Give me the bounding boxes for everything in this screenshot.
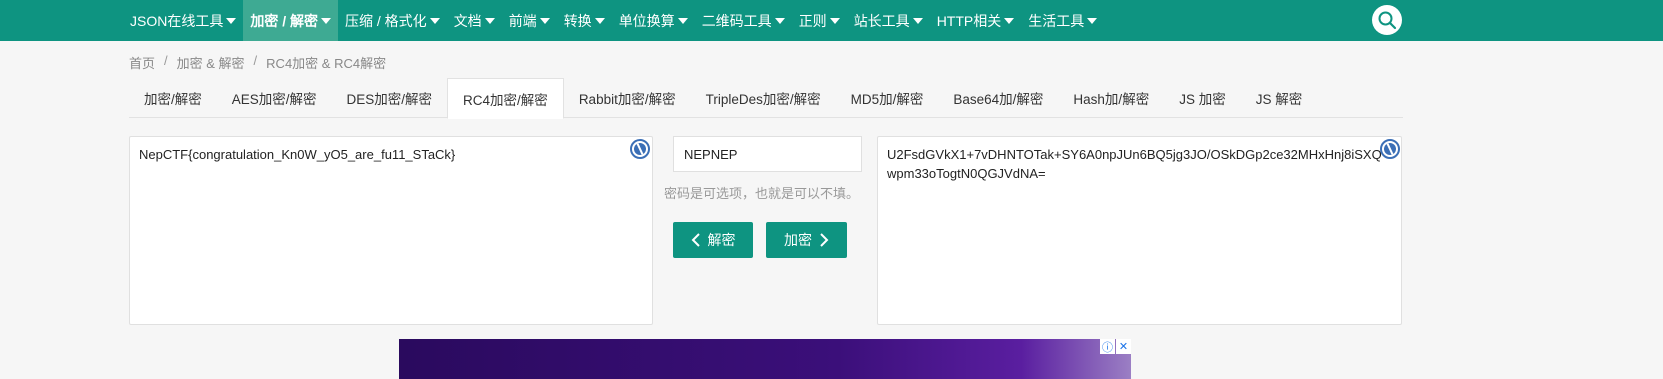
top-navbar: JSON在线工具 加密 / 解密 压缩 / 格式化 文档 前端 转换 单位换算 二维码工具 正则…	[0, 0, 1663, 41]
tab-label: Base64加/解密	[953, 92, 1044, 107]
chevron-left-icon	[691, 233, 700, 247]
decrypt-button[interactable]: 解密	[673, 222, 753, 258]
password-hint: 密码是可选项，也就是可以不填。	[664, 186, 860, 201]
caret-down-icon	[594, 17, 605, 24]
caret-down-icon	[429, 17, 440, 24]
ad-banner[interactable]: ⓘ ✕	[399, 339, 1131, 379]
encrypt-button[interactable]: 加密	[766, 222, 847, 258]
nav-item-label: 二维码工具	[701, 12, 772, 29]
tab[interactable]: DES加密/解密	[332, 78, 448, 118]
caret-down-icon	[774, 17, 785, 24]
nav-menu: JSON在线工具 加密 / 解密 压缩 / 格式化 文档 前端 转换 单位换算 二维码工具 正则…	[123, 0, 1104, 41]
caret-down-icon	[1087, 17, 1098, 24]
nav-item-label: HTTP相关	[936, 12, 1002, 29]
nav-item-label: 站长工具	[853, 12, 910, 29]
breadcrumb-home[interactable]: 首页	[129, 53, 155, 72]
encrypt-button-label: 加密	[784, 232, 812, 248]
nav-item[interactable]: 二维码工具	[695, 0, 792, 41]
nav-item[interactable]: 生活工具	[1021, 0, 1104, 41]
nav-item-label: 正则	[798, 12, 827, 29]
caret-down-icon	[677, 17, 688, 24]
plaintext-textarea[interactable]: NepCTF{congratulation_Kn0W_yO5_are_fu11_…	[129, 136, 653, 325]
nav-item[interactable]: 文档	[447, 0, 502, 41]
caret-down-icon	[484, 17, 495, 24]
decrypt-button-label: 解密	[707, 232, 736, 248]
caret-down-icon	[321, 17, 332, 24]
caret-down-icon	[1004, 17, 1015, 24]
tab[interactable]: RC4加密/解密	[447, 78, 564, 119]
breadcrumb-encrypt-decrypt[interactable]: 加密 & 解密	[177, 53, 245, 72]
breadcrumb-current: RC4加密 & RC4解密	[266, 56, 387, 71]
tab-label: 加密/解密	[144, 92, 202, 107]
tab[interactable]: TripleDes加密/解密	[691, 78, 836, 118]
ad-controls: ⓘ ✕	[1100, 339, 1131, 354]
nav-item-label: JSON在线工具	[130, 12, 224, 29]
nav-item[interactable]: 单位换算	[612, 0, 695, 41]
plaintext-value: NepCTF{congratulation_Kn0W_yO5_are_fu11_…	[139, 147, 456, 162]
breadcrumb-separator: /	[253, 53, 258, 68]
nav-item-label: 单位换算	[618, 12, 675, 29]
nav-item[interactable]: 正则	[792, 0, 847, 41]
search-button[interactable]	[1372, 5, 1402, 35]
caret-down-icon	[829, 17, 840, 24]
tab-label: Rabbit加密/解密	[578, 92, 676, 107]
ciphertext-textarea[interactable]: U2FsdGVkX1+7vDHNTOTak+SY6A0npJUn6BQ5jg3J…	[877, 136, 1402, 325]
tab-label: JS 加密	[1179, 92, 1226, 107]
search-icon	[1378, 11, 1397, 30]
nav-item-label: 文档	[453, 12, 482, 29]
nav-item[interactable]: 加密 / 解密	[243, 0, 339, 41]
tab-label: AES加密/解密	[231, 92, 317, 107]
ad-close-icon[interactable]: ✕	[1116, 339, 1131, 354]
caret-down-icon	[539, 17, 550, 24]
tab-label: Hash加/解密	[1073, 92, 1150, 107]
nav-item-label: 加密 / 解密	[250, 12, 319, 29]
password-input[interactable]	[673, 136, 862, 172]
nav-item[interactable]: 前端	[502, 0, 557, 41]
tab-label: RC4加密/解密	[463, 92, 548, 108]
tab-label: MD5加/解密	[850, 92, 924, 107]
nav-item[interactable]: 压缩 / 格式化	[338, 0, 447, 41]
tab-label: TripleDes加密/解密	[705, 92, 821, 107]
chevron-right-icon	[820, 233, 829, 247]
ciphertext-value: U2FsdGVkX1+7vDHNTOTak+SY6A0npJUn6BQ5jg3J…	[887, 147, 1382, 181]
tab[interactable]: JS 解密	[1241, 78, 1318, 118]
tab[interactable]: Hash加/解密	[1058, 78, 1164, 118]
nav-item-label: 压缩 / 格式化	[345, 12, 427, 29]
extension-badge-icon[interactable]	[1380, 139, 1400, 159]
tab[interactable]: Base64加/解密	[938, 78, 1058, 118]
nav-item[interactable]: JSON在线工具	[123, 0, 243, 41]
breadcrumb-separator: /	[164, 53, 168, 68]
tab[interactable]: MD5加/解密	[836, 78, 939, 118]
tab-label: JS 解密	[1255, 92, 1303, 107]
caret-down-icon	[912, 17, 923, 24]
caret-down-icon	[226, 17, 237, 24]
tab[interactable]: 加密/解密	[129, 78, 217, 118]
nav-item[interactable]: 转换	[557, 0, 612, 41]
nav-item-label: 生活工具	[1028, 12, 1085, 29]
nav-item-label: 转换	[563, 12, 592, 29]
tool-tabs: 加密/解密 AES加密/解密 DES加密/解密 RC4加密/解密 Rabbit加密/解密…	[129, 78, 1403, 119]
breadcrumb: 首页 / 加密 & 解密 / RC4加密 & RC4解密	[129, 53, 386, 72]
extension-badge-icon[interactable]	[630, 139, 650, 159]
tab[interactable]: AES加密/解密	[217, 78, 332, 118]
ad-info-icon[interactable]: ⓘ	[1100, 339, 1115, 354]
nav-item-label: 前端	[508, 12, 537, 29]
tab[interactable]: Rabbit加密/解密	[564, 78, 691, 118]
tab[interactable]: JS 加密	[1164, 78, 1241, 118]
tab-label: DES加密/解密	[346, 92, 433, 107]
nav-item[interactable]: HTTP相关	[930, 0, 1022, 41]
nav-item[interactable]: 站长工具	[847, 0, 930, 41]
